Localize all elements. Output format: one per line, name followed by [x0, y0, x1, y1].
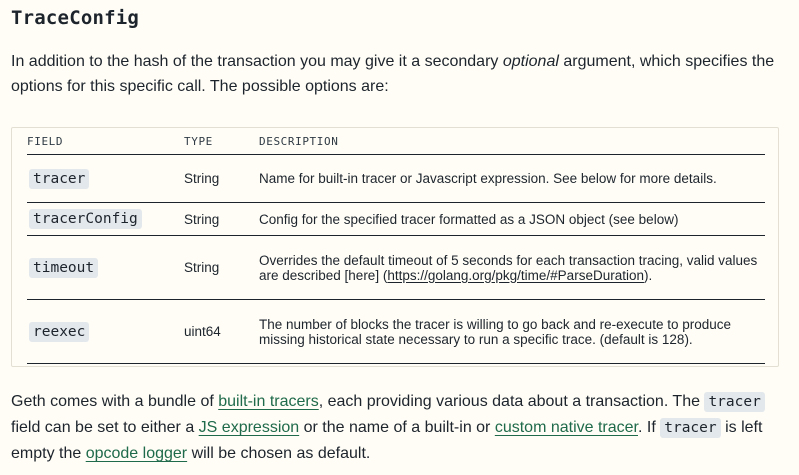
header-description: DESCRIPTION [259, 128, 765, 155]
options-table-container: FIELD TYPE DESCRIPTION tracer String Nam… [11, 127, 779, 367]
table-row: tracer String Name for built-in tracer o… [27, 154, 765, 203]
outro-text: will be chosen as default. [187, 445, 371, 462]
outro-text: or the name of a built-in or [299, 419, 495, 436]
description-cell: The number of blocks the tracer is willi… [259, 299, 765, 364]
description-cell: Name for built-in tracer or Javascript e… [259, 154, 765, 203]
table-header-row: FIELD TYPE DESCRIPTION [27, 128, 765, 155]
description-text-after: ). [643, 267, 653, 283]
type-cell: String [184, 235, 259, 300]
tracer-code: tracer [704, 392, 765, 412]
intro-emphasis: optional [502, 53, 559, 70]
field-code: tracerConfig [29, 209, 142, 229]
js-expression-link[interactable]: JS expression [199, 419, 300, 436]
field-code: tracer [29, 168, 90, 189]
type-cell: uint64 [184, 299, 259, 364]
parse-duration-link[interactable]: https://golang.org/pkg/time/#ParseDurati… [387, 268, 644, 283]
table-row: reexec uint64 The number of blocks the t… [27, 299, 765, 364]
header-field: FIELD [27, 128, 184, 155]
table-row: timeout String Overrides the default tim… [27, 235, 765, 300]
table-row: tracerConfig String Config for the speci… [27, 202, 765, 236]
outro-text: , each providing various data about a tr… [318, 393, 705, 410]
built-in-tracers-link[interactable]: built-in tracers [218, 393, 318, 410]
section-heading: TraceConfig [11, 7, 140, 29]
field-code: timeout [29, 257, 99, 278]
field-code: reexec [29, 321, 90, 342]
header-type: TYPE [184, 128, 259, 155]
options-table: FIELD TYPE DESCRIPTION tracer String Nam… [27, 128, 765, 364]
description-cell: Config for the specified tracer formatte… [259, 202, 765, 236]
opcode-logger-link[interactable]: opcode logger [86, 445, 187, 462]
tracer-code: tracer [660, 418, 721, 438]
description-cell: Overrides the default timeout of 5 secon… [259, 235, 765, 300]
intro-paragraph: In addition to the hash of the transacti… [11, 49, 781, 99]
outro-text: field can be set to either a [11, 419, 199, 436]
custom-native-tracer-link[interactable]: custom native tracer [495, 419, 638, 436]
type-cell: String [184, 202, 259, 236]
doc-page: TraceConfig In addition to the hash of t… [0, 0, 799, 475]
outro-text: Geth comes with a bundle of [11, 393, 219, 410]
outro-text: . If [638, 419, 661, 436]
type-cell: String [184, 154, 259, 203]
intro-text-before: In addition to the hash of the transacti… [11, 53, 503, 70]
outro-paragraph: Geth comes with a bundle of built-in tra… [11, 389, 786, 467]
